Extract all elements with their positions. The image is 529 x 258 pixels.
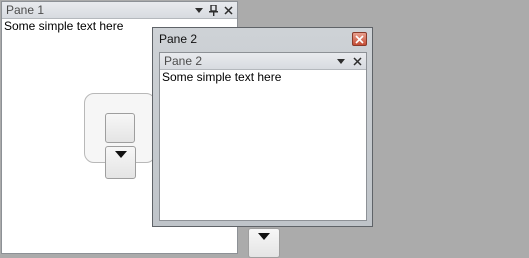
dock-bottom-button[interactable] bbox=[105, 146, 136, 179]
arrow-down-icon bbox=[114, 151, 127, 158]
close-icon bbox=[355, 35, 364, 47]
pin-icon[interactable] bbox=[206, 2, 220, 18]
pane-2: Pane 2 Some simple text here bbox=[159, 52, 367, 221]
pane-2-title: Pane 2 bbox=[164, 54, 203, 68]
pane-2-header[interactable]: Pane 2 bbox=[160, 53, 366, 70]
window-title: Pane 2 bbox=[159, 32, 198, 46]
chevron-down-icon[interactable] bbox=[192, 2, 206, 18]
root-dock-bottom-button[interactable] bbox=[248, 228, 280, 258]
pane-1-title: Pane 1 bbox=[6, 3, 45, 17]
pane-2-content: Some simple text here bbox=[162, 70, 282, 84]
pane-1-content: Some simple text here bbox=[4, 19, 124, 33]
chevron-down-icon[interactable] bbox=[334, 53, 348, 69]
window-close-button[interactable] bbox=[352, 32, 367, 46]
floating-window[interactable]: Pane 2 Pane 2 Some simple text here bbox=[152, 27, 373, 227]
close-icon[interactable] bbox=[350, 53, 364, 69]
arrow-down-icon bbox=[258, 233, 270, 240]
dock-center-button[interactable] bbox=[105, 113, 135, 143]
close-icon[interactable] bbox=[221, 2, 235, 18]
pane-1-header[interactable]: Pane 1 bbox=[2, 2, 237, 19]
